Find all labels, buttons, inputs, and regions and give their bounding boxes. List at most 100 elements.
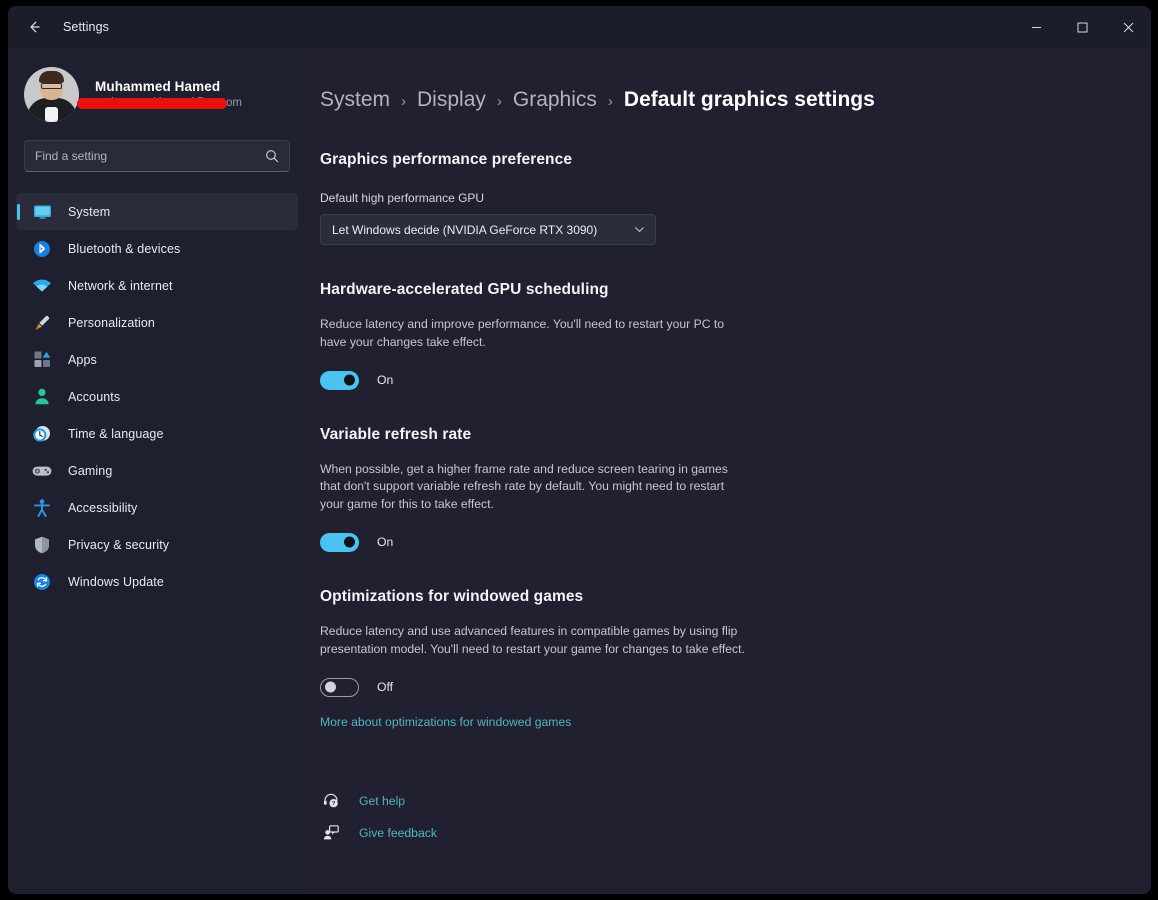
sidebar-item-label: Gaming xyxy=(68,463,113,478)
shield-icon xyxy=(30,535,54,555)
breadcrumb-separator-icon: › xyxy=(607,93,613,110)
windowed-games-toggle[interactable] xyxy=(320,677,359,697)
variable-refresh-description: When possible, get a higher frame rate a… xyxy=(320,461,728,512)
sidebar-item-windows-update[interactable]: Windows Update xyxy=(16,563,298,600)
feedback-person-icon xyxy=(320,825,342,840)
toggle-knob xyxy=(325,681,336,693)
bluetooth-icon xyxy=(30,239,54,259)
sidebar-item-label: Apps xyxy=(68,352,97,367)
back-button[interactable] xyxy=(17,12,51,42)
settings-window: Settings Muhammed Hamed Find a setting S… xyxy=(8,6,1151,894)
sidebar-item-label: Time & language xyxy=(68,426,164,441)
sidebar-item-label: Accounts xyxy=(68,389,121,404)
sidebar-item-time-language[interactable]: Time & language xyxy=(16,415,298,452)
sidebar-item-system[interactable]: System xyxy=(16,193,298,230)
breadcrumb-item-graphics[interactable]: Graphics xyxy=(513,88,597,112)
avatar xyxy=(24,66,79,122)
breadcrumb-item-display[interactable]: Display xyxy=(417,88,486,112)
arrow-left-icon xyxy=(30,21,40,33)
person-icon xyxy=(30,387,54,407)
section-title-variable-refresh: Variable refresh rate xyxy=(320,425,472,443)
minimize-icon xyxy=(1031,26,1041,28)
give-feedback-row[interactable]: Give feedback xyxy=(320,817,1151,849)
toggle-knob xyxy=(344,374,355,386)
sidebar-item-label: Privacy & security xyxy=(68,537,170,552)
gamepad-icon xyxy=(30,461,54,481)
windowed-games-section: Optimizations for windowed games Reduce … xyxy=(320,588,1151,731)
variable-refresh-rate-section: Variable refresh rate When possible, get… xyxy=(320,426,1151,552)
breadcrumb-item-system[interactable]: System xyxy=(320,88,390,112)
sidebar-item-label: Accessibility xyxy=(68,500,138,515)
variable-refresh-toggle[interactable] xyxy=(320,532,359,552)
sidebar-item-label: Bluetooth & devices xyxy=(68,241,181,256)
gpu-scheduling-toggle-state: On xyxy=(377,373,394,388)
variable-refresh-toggle-state: On xyxy=(377,535,394,550)
maximize-icon xyxy=(1077,22,1087,32)
footer-links: ? Get help Give feedback xyxy=(320,785,1151,849)
breadcrumb-separator-icon: › xyxy=(401,93,407,110)
sidebar-nav: System Bluetooth & devices Network & int… xyxy=(16,193,298,600)
give-feedback-label: Give feedback xyxy=(359,825,437,840)
windowed-games-toggle-row: Off xyxy=(320,677,1151,697)
section-title-gpu-scheduling: Hardware-accelerated GPU scheduling xyxy=(320,281,609,298)
section-title-performance: Graphics performance preference xyxy=(320,151,573,168)
sidebar-item-accessibility[interactable]: Accessibility xyxy=(16,489,298,526)
window-body: Muhammed Hamed muhammed.hamed@ey.com xyxy=(8,48,1151,894)
profile-name: Muhammed Hamed xyxy=(95,79,221,94)
gpu-scheduling-section: Hardware-accelerated GPU scheduling Redu… xyxy=(320,281,1151,390)
section-title-windowed-games: Optimizations for windowed games xyxy=(320,587,584,605)
profile-text: Muhammed Hamed muhammed.hamed@ey.com xyxy=(77,79,242,109)
maximize-button[interactable] xyxy=(1059,6,1105,48)
default-gpu-dropdown[interactable]: Let Windows decide (NVIDIA GeForce RTX 3… xyxy=(320,214,656,245)
gpu-field-label: Default high performance GPU xyxy=(320,191,485,205)
window-title: Settings xyxy=(63,20,109,34)
sidebar-item-personalization[interactable]: Personalization xyxy=(16,304,298,341)
breadcrumb-separator-icon: › xyxy=(496,93,502,110)
clock-globe-icon xyxy=(30,424,54,444)
email-redaction-mark xyxy=(77,98,227,109)
svg-text:?: ? xyxy=(332,801,336,807)
selection-indicator xyxy=(17,203,20,220)
breadcrumb: System › Display › Graphics › Default gr… xyxy=(320,88,1151,112)
sidebar-item-apps[interactable]: Apps xyxy=(16,341,298,378)
toggle-knob xyxy=(344,536,355,548)
default-gpu-selected-value: Let Windows decide (NVIDIA GeForce RTX 3… xyxy=(332,222,598,237)
sidebar-item-bluetooth-devices[interactable]: Bluetooth & devices xyxy=(16,230,298,267)
minimize-button[interactable] xyxy=(1013,6,1059,48)
graphics-performance-section: Graphics performance preference Default … xyxy=(320,151,1151,245)
sidebar-item-network-internet[interactable]: Network & internet xyxy=(16,267,298,304)
search-icon xyxy=(265,149,279,163)
more-about-optimizations-link[interactable]: More about optimizations for windowed ga… xyxy=(320,715,571,729)
sidebar-item-label: Personalization xyxy=(68,315,155,330)
sidebar-item-label: System xyxy=(68,204,111,219)
gpu-scheduling-toggle-row: On xyxy=(320,370,1151,390)
title-bar: Settings xyxy=(8,6,1151,48)
windowed-games-description: Reduce latency and use advanced features… xyxy=(320,623,745,656)
close-button[interactable] xyxy=(1105,6,1151,48)
sidebar-item-label: Windows Update xyxy=(68,574,164,589)
windowed-games-toggle-state: Off xyxy=(377,680,394,695)
update-refresh-icon xyxy=(30,572,54,592)
sidebar-item-accounts[interactable]: Accounts xyxy=(16,378,298,415)
close-icon xyxy=(1123,22,1133,32)
accessibility-icon xyxy=(30,498,54,518)
get-help-row[interactable]: ? Get help xyxy=(320,785,1151,817)
breadcrumb-item-current: Default graphics settings xyxy=(623,88,875,111)
gpu-scheduling-toggle[interactable] xyxy=(320,370,359,390)
gpu-scheduling-description: Reduce latency and improve performance. … xyxy=(320,317,725,349)
main-content: System › Display › Graphics › Default gr… xyxy=(306,48,1151,894)
get-help-label: Get help xyxy=(359,793,406,808)
sidebar-item-privacy-security[interactable]: Privacy & security xyxy=(16,526,298,563)
profile-section[interactable]: Muhammed Hamed muhammed.hamed@ey.com xyxy=(24,62,298,126)
variable-refresh-toggle-row: On xyxy=(320,532,1151,552)
wifi-icon xyxy=(30,276,54,296)
apps-grid-icon xyxy=(30,350,54,370)
window-controls xyxy=(1013,6,1151,48)
sidebar-item-label: Network & internet xyxy=(68,278,173,293)
chevron-down-icon xyxy=(634,224,645,235)
sidebar-item-gaming[interactable]: Gaming xyxy=(16,452,298,489)
search-box[interactable] xyxy=(24,140,290,172)
help-headset-icon: ? xyxy=(320,793,342,808)
search-input[interactable] xyxy=(35,149,265,163)
sidebar: Muhammed Hamed muhammed.hamed@ey.com xyxy=(8,48,306,894)
